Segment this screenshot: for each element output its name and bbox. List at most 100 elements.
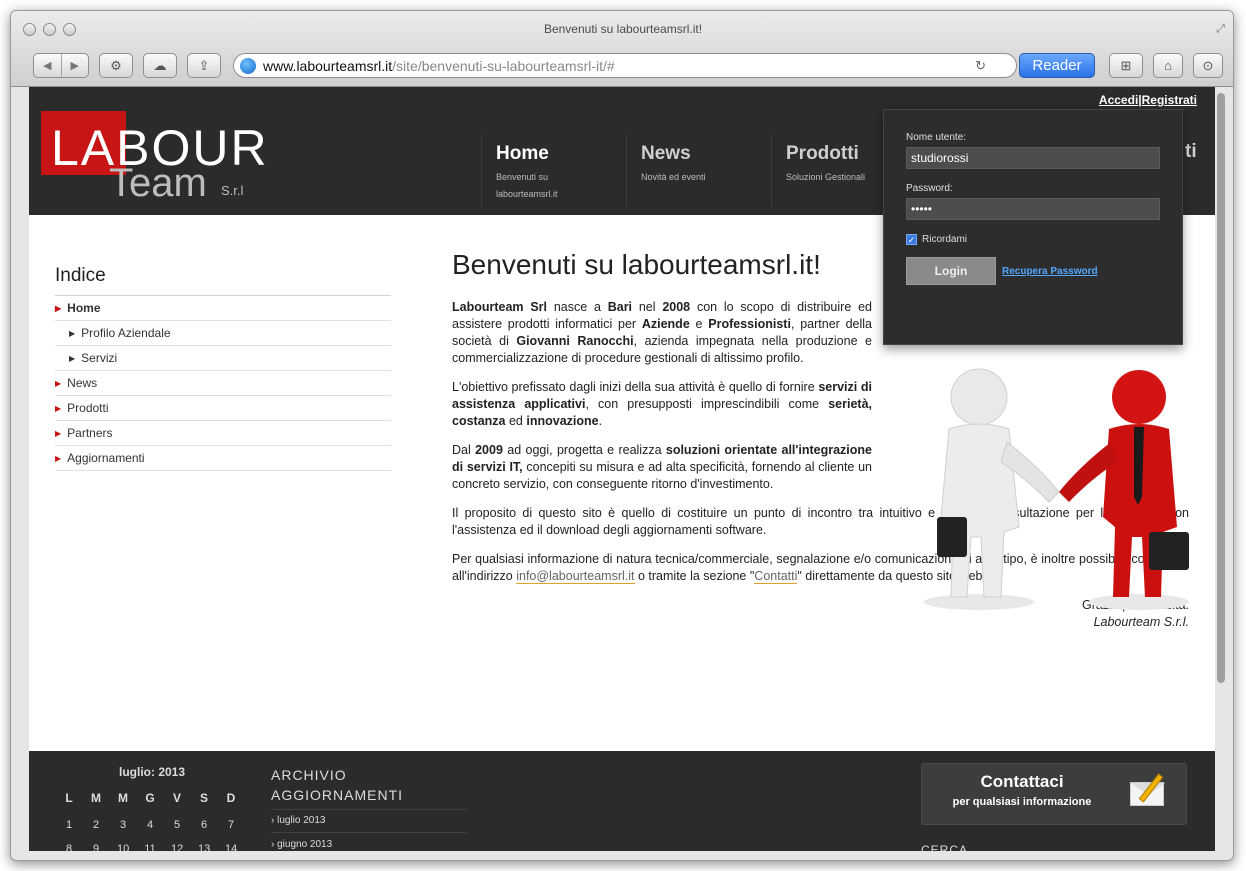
- bold-text: Bari: [607, 300, 633, 314]
- weekday: M: [91, 791, 101, 805]
- weekday: S: [199, 791, 208, 805]
- text: nasce a: [547, 300, 608, 314]
- calendar-day[interactable]: 10: [117, 843, 129, 851]
- add-bookmark-button[interactable]: ⊞: [1109, 53, 1143, 78]
- username-field[interactable]: studiorossi: [906, 147, 1160, 169]
- archive-title: ARCHIVIO AGGIORNAMENTI: [271, 765, 467, 810]
- site-footer: luglio: 2013 L M M G V S D 1 2 3 4 5 6 7…: [29, 751, 1215, 851]
- settings-button[interactable]: ⚙: [99, 53, 133, 78]
- sidebar-item-label: Home: [67, 301, 101, 315]
- nav-partial-item[interactable]: ti: [1185, 141, 1197, 163]
- globe-icon: [240, 57, 256, 74]
- gear-icon: ⚙: [110, 57, 122, 73]
- bold-text: 2009: [475, 443, 503, 457]
- bold-text: Labourteam Srl: [452, 300, 548, 314]
- browser-window: Benvenuti su labourteamsrl.it! ⤢ ◀ ▶ ⚙ ☁…: [10, 10, 1234, 861]
- contatti-link[interactable]: Contatti: [754, 569, 798, 584]
- text: .: [598, 414, 603, 428]
- reload-icon[interactable]: ↻: [975, 58, 986, 74]
- url-path: /site/benvenuti-su-labourteamsrl-it/#: [392, 57, 615, 74]
- nav-title: Home: [496, 143, 549, 164]
- login-button[interactable]: Login: [906, 257, 996, 285]
- password-field[interactable]: •••••: [906, 198, 1160, 220]
- download-icon: ⊙: [1202, 57, 1214, 73]
- share-icon: ⇪: [198, 57, 210, 73]
- sidebar-item-label: Profilo Aziendale: [81, 326, 171, 340]
- handshake-illustration: [924, 368, 1189, 610]
- sidebar-item-servizi[interactable]: ▶ Servizi: [55, 346, 391, 371]
- contact-button[interactable]: Contattaci per qualsiasi informazione: [921, 763, 1187, 825]
- vertical-scrollbar[interactable]: [1217, 93, 1225, 683]
- back-icon[interactable]: ◀: [34, 54, 61, 77]
- share-button[interactable]: ⇪: [187, 53, 221, 78]
- bold-text: 2008: [662, 300, 691, 314]
- sidebar-item-partners[interactable]: ▶ Partners: [55, 421, 391, 446]
- forward-icon[interactable]: ▶: [60, 54, 89, 77]
- sidebar-item-news[interactable]: ▶ News: [55, 371, 391, 396]
- calendar-weekdays: L M M G V S D: [63, 791, 237, 805]
- arrow-right-icon: ▶: [69, 353, 76, 363]
- calendar-day[interactable]: 9: [90, 843, 102, 851]
- archive-item[interactable]: › luglio 2013: [271, 815, 467, 833]
- remember-checkbox[interactable]: ✓: [906, 234, 917, 245]
- nav-news[interactable]: News Novità ed eventi: [626, 135, 771, 207]
- archive-item[interactable]: › giugno 2013: [271, 839, 332, 850]
- contact-title: Contattaci: [980, 772, 1064, 791]
- sidebar-title: Indice: [55, 265, 391, 296]
- recover-password-link[interactable]: Recupera Password: [1002, 266, 1098, 277]
- text: L'obiettivo prefissato dagli inizi della…: [452, 380, 819, 394]
- calendar-day[interactable]: 7: [225, 819, 237, 831]
- email-link[interactable]: info@labourteamsrl.it: [516, 569, 635, 584]
- window-title: Benvenuti su labourteamsrl.it!: [543, 22, 703, 36]
- bold-text: Aziende: [641, 317, 690, 331]
- text: nel: [632, 300, 663, 314]
- sidebar-item-home[interactable]: ▶ Home: [55, 296, 391, 321]
- sidebar-item-profilo-aziendale[interactable]: ▶ Profilo Aziendale: [55, 321, 391, 346]
- downloads-button[interactable]: ⊙: [1193, 53, 1223, 78]
- nav-title: News: [641, 143, 691, 164]
- paragraph-2: L'obiettivo prefissato dagli inizi della…: [452, 379, 872, 430]
- reader-button[interactable]: Reader: [1019, 53, 1095, 78]
- login-actions: Login Recupera Password: [906, 257, 1160, 285]
- sidebar-item-label: Prodotti: [67, 401, 109, 415]
- site-logo[interactable]: LABOUR Team S.r.l: [41, 111, 276, 209]
- calendar-day[interactable]: 3: [117, 819, 129, 831]
- paragraph-3: Dal 2009 ad oggi, progetta e realizza so…: [452, 442, 872, 493]
- calendar-day[interactable]: 13: [198, 843, 210, 851]
- calendar-day[interactable]: 6: [198, 819, 210, 831]
- calendar-week: 1 2 3 4 5 6 7: [63, 819, 237, 831]
- remember-me[interactable]: ✓ Ricordami: [906, 234, 1160, 245]
- intro-text: Labourteam Srl nasce a Bari nel 2008 con…: [452, 299, 872, 493]
- text: Dal: [452, 443, 476, 457]
- back-forward-buttons[interactable]: ◀ ▶: [33, 53, 89, 78]
- password-label: Password:: [906, 183, 953, 194]
- sidebar-item-aggiornamenti[interactable]: ▶ Aggiornamenti: [55, 446, 391, 471]
- url-host: www.labourteamsrl.it: [263, 57, 393, 74]
- calendar-day[interactable]: 11: [144, 843, 156, 851]
- registrati-link[interactable]: Registrati: [1142, 93, 1197, 107]
- cloud-button[interactable]: ☁: [143, 53, 177, 78]
- sidebar-item-prodotti[interactable]: ▶ Prodotti: [55, 396, 391, 421]
- calendar-day[interactable]: 5: [171, 819, 183, 831]
- calendar-day[interactable]: 1: [63, 819, 75, 831]
- calendar-day[interactable]: 12: [171, 843, 183, 851]
- text: , con presupposti imprescindibili come: [585, 397, 829, 411]
- archive-item-label: luglio 2013: [277, 815, 326, 826]
- calendar-day[interactable]: 14: [225, 843, 237, 851]
- accedi-link[interactable]: Accedi: [1099, 93, 1138, 107]
- sidebar-item-label: Servizi: [81, 351, 118, 365]
- arrow-right-icon: ▶: [55, 428, 62, 438]
- calendar-day[interactable]: 8: [63, 843, 75, 851]
- sidebar-item-label: Aggiornamenti: [67, 451, 145, 465]
- home-button[interactable]: ⌂: [1153, 53, 1183, 78]
- fullscreen-icon[interactable]: ⤢: [1216, 23, 1225, 36]
- nav-home[interactable]: Home Benvenuti su labourteamsrl.it: [481, 135, 626, 207]
- calendar-day[interactable]: 4: [144, 819, 156, 831]
- archive-item-label: giugno 2013: [277, 839, 333, 850]
- text: ed: [505, 414, 527, 428]
- address-bar[interactable]: www.labourteamsrl.it/site/benvenuti-su-l…: [233, 53, 1017, 78]
- calendar-day[interactable]: 2: [90, 819, 102, 831]
- remember-label: Ricordami: [922, 234, 968, 245]
- weekday: D: [226, 791, 236, 805]
- weekday: V: [172, 791, 181, 805]
